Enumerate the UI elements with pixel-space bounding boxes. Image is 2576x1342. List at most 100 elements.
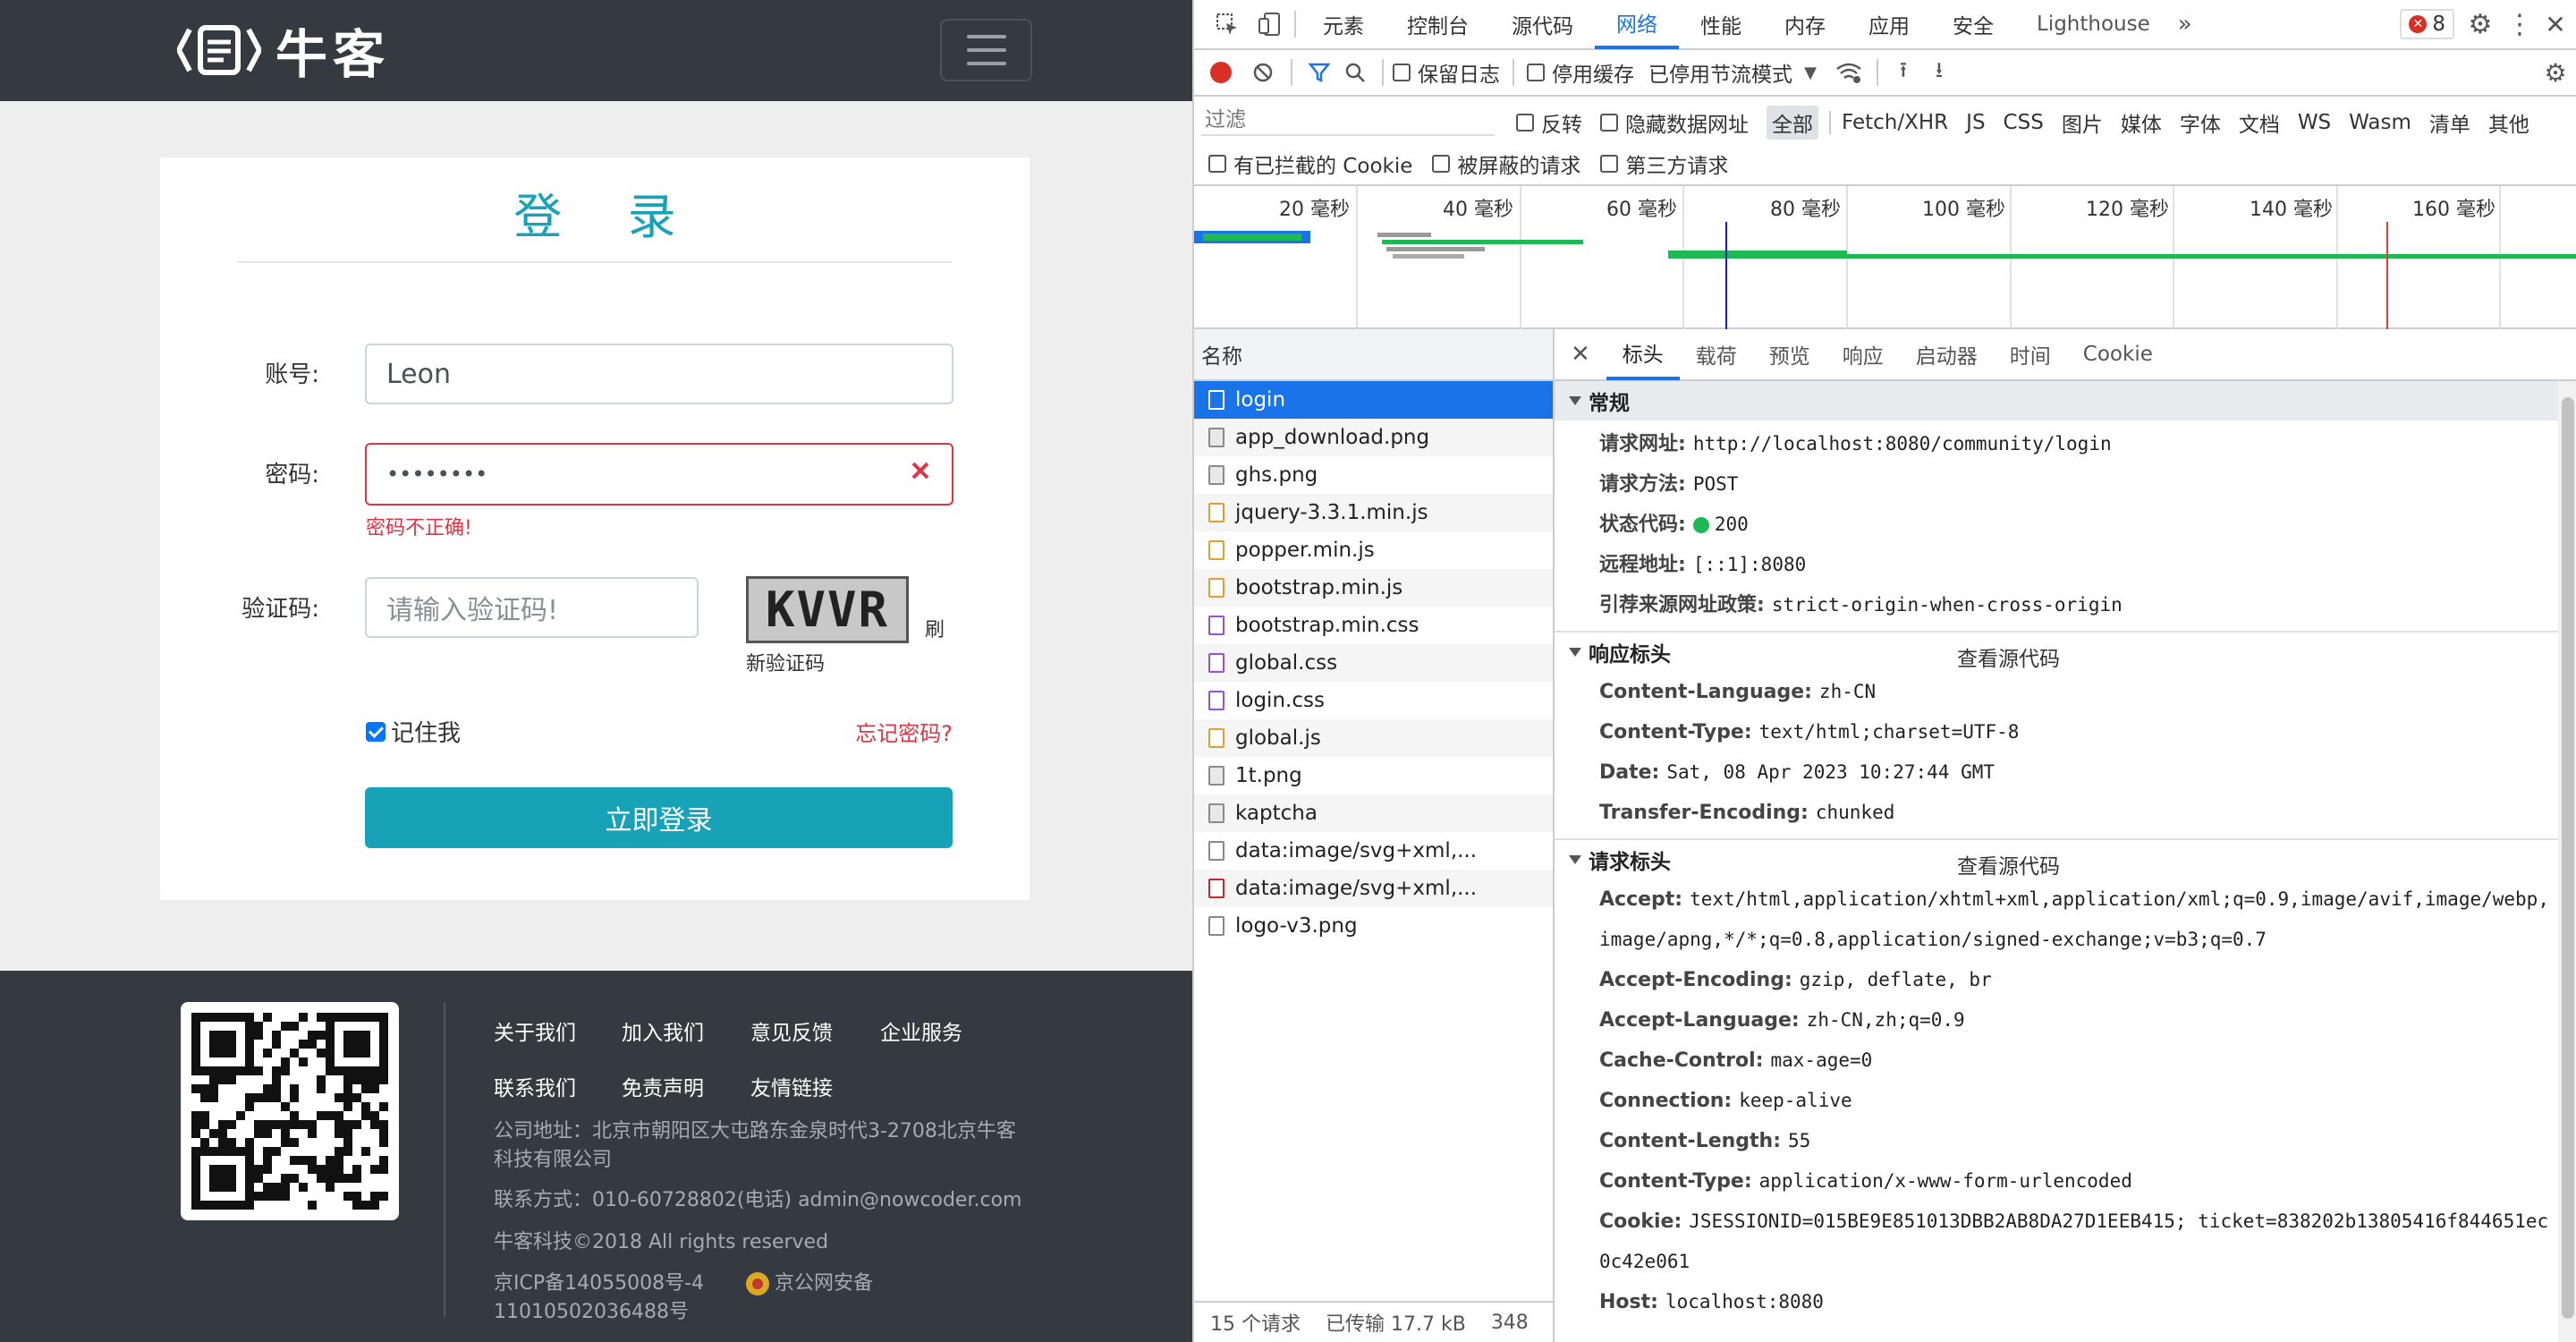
detail-tab-payload[interactable]: 载荷 <box>1680 328 1753 380</box>
request-row[interactable]: login <box>1194 381 1553 419</box>
captcha-image[interactable]: KVVR <box>746 576 909 643</box>
response-view-source-link[interactable]: 查看源代码 <box>1957 641 2060 672</box>
footer-link-about[interactable]: 关于我们 <box>494 1015 576 1046</box>
request-row[interactable]: logo-v3.png <box>1194 907 1553 945</box>
detail-tab-cookies[interactable]: Cookie <box>2067 328 2169 380</box>
tab-application[interactable]: 应用 <box>1847 0 1931 49</box>
request-row[interactable]: ghs.png <box>1194 456 1553 494</box>
throttling-select[interactable]: 已停用节流模式 <box>1648 57 1792 88</box>
password-input[interactable]: •••••••• <box>365 443 953 505</box>
settings-gear-icon[interactable]: ⚙ <box>2454 9 2506 40</box>
request-row[interactable]: kaptcha <box>1194 794 1553 832</box>
tab-sources[interactable]: 源代码 <box>1490 0 1595 49</box>
forgot-password-link[interactable]: 忘记密码? <box>855 716 953 747</box>
type-filter-doc[interactable]: 文档 <box>2239 107 2280 138</box>
request-row[interactable]: data:image/svg+xml,... <box>1194 832 1553 870</box>
tab-network[interactable]: 网络 <box>1595 0 1679 49</box>
type-filter-css[interactable]: CSS <box>2004 111 2044 134</box>
type-filter-ws[interactable]: WS <box>2298 111 2331 134</box>
third-party-box[interactable] <box>1600 155 1619 173</box>
request-row[interactable]: global.css <box>1194 644 1553 682</box>
detail-tab-timing[interactable]: 时间 <box>1994 328 2067 380</box>
detail-tab-headers[interactable]: 标头 <box>1606 328 1680 380</box>
footer-link-feedback[interactable]: 意见反馈 <box>750 1015 833 1046</box>
footer-link-contact[interactable]: 联系我们 <box>494 1071 576 1101</box>
tab-elements[interactable]: 元素 <box>1301 0 1385 49</box>
detail-tab-initiator[interactable]: 启动器 <box>1900 328 1994 380</box>
more-options-icon[interactable]: ⋮ <box>2506 9 2533 40</box>
footer-link-join[interactable]: 加入我们 <box>622 1015 704 1046</box>
preserve-log-box[interactable] <box>1393 64 1411 81</box>
export-har-icon[interactable]: ⭳ <box>1921 55 1957 91</box>
hide-data-urls-box[interactable] <box>1600 114 1618 132</box>
request-headers-header[interactable]: 请求标头 查看源代码 <box>1555 840 2558 879</box>
general-section-header[interactable]: 常规 <box>1555 381 2558 420</box>
error-count-badge[interactable]: ✕ 8 <box>2400 9 2454 39</box>
response-headers-header[interactable]: 响应标头 查看源代码 <box>1555 633 2558 672</box>
blocked-requests-checkbox[interactable]: 被屏蔽的请求 <box>1432 149 1580 179</box>
throttling-dropdown-icon[interactable]: ▼ <box>1792 64 1828 82</box>
request-row[interactable]: bootstrap.min.css <box>1194 607 1553 644</box>
invert-checkbox[interactable]: 反转 <box>1516 107 1582 138</box>
icp-link[interactable]: 京ICP备14055008号-4 <box>494 1272 704 1295</box>
site-logo[interactable]: 牛客 <box>177 20 390 85</box>
refresh-captcha-link[interactable]: 刷 <box>925 614 945 642</box>
type-filter-xhr[interactable]: Fetch/XHR <box>1842 111 1948 134</box>
request-row[interactable]: global.js <box>1194 719 1553 757</box>
clear-icon[interactable] <box>1244 62 1282 83</box>
type-filter-font[interactable]: 字体 <box>2180 107 2221 138</box>
blocked-cookies-checkbox[interactable]: 有已拦截的 Cookie <box>1208 149 1412 179</box>
preserve-log-checkbox[interactable]: 保留日志 <box>1393 57 1500 88</box>
request-row[interactable]: bootstrap.min.js <box>1194 569 1553 607</box>
detail-tab-response[interactable]: 响应 <box>1826 328 1900 380</box>
third-party-checkbox[interactable]: 第三方请求 <box>1600 149 1728 179</box>
invert-box[interactable] <box>1516 114 1534 132</box>
import-har-icon[interactable]: ⭱ <box>1885 55 1921 91</box>
type-filter-manifest[interactable]: 清单 <box>2429 107 2470 138</box>
remember-checkbox[interactable] <box>366 721 386 742</box>
remember-me[interactable]: 记住我 <box>366 715 461 748</box>
navbar-toggle-button[interactable] <box>940 19 1032 81</box>
inspect-element-icon[interactable] <box>1205 13 1250 36</box>
disable-cache-box[interactable] <box>1527 64 1545 81</box>
disable-cache-checkbox[interactable]: 停用缓存 <box>1527 57 1634 88</box>
request-row[interactable]: 1t.png <box>1194 757 1553 794</box>
type-filter-wasm[interactable]: Wasm <box>2349 111 2411 134</box>
network-conditions-icon[interactable] <box>1828 62 1869 83</box>
request-row[interactable]: app_download.png <box>1194 419 1553 456</box>
more-tabs-chevron-icon[interactable]: » <box>2172 11 2199 38</box>
request-row[interactable]: popper.min.js <box>1194 531 1553 569</box>
blocked-requests-box[interactable] <box>1432 155 1451 173</box>
type-filter-js[interactable]: JS <box>1966 111 1985 134</box>
type-filter-all[interactable]: 全部 <box>1767 106 1818 140</box>
footer-link-disclaimer[interactable]: 免责声明 <box>622 1071 704 1101</box>
hide-data-urls-checkbox[interactable]: 隐藏数据网址 <box>1600 107 1749 138</box>
footer-link-enterprise[interactable]: 企业服务 <box>880 1015 962 1046</box>
type-filter-media[interactable]: 媒体 <box>2121 107 2162 138</box>
filter-input[interactable]: 过滤 <box>1201 104 1495 136</box>
network-timeline-overview[interactable]: 20 毫秒 40 毫秒 60 毫秒 80 毫秒 100 毫秒 120 毫秒 14… <box>1194 186 2576 329</box>
device-toolbar-icon[interactable] <box>1250 12 1289 37</box>
detail-scrollbar[interactable] <box>2558 381 2576 1342</box>
blocked-cookies-box[interactable] <box>1208 155 1226 173</box>
search-icon[interactable] <box>1337 62 1373 83</box>
account-input[interactable]: Leon <box>365 344 953 404</box>
new-captcha-link[interactable]: 新验证码 <box>746 648 825 676</box>
type-filter-other[interactable]: 其他 <box>2488 107 2529 138</box>
tab-memory[interactable]: 内存 <box>1763 0 1847 49</box>
type-filter-img[interactable]: 图片 <box>2062 107 2103 138</box>
request-view-source-link[interactable]: 查看源代码 <box>1957 849 2060 879</box>
filter-icon[interactable] <box>1301 62 1337 83</box>
login-button[interactable]: 立即登录 <box>365 787 953 848</box>
record-icon[interactable] <box>1198 62 1244 83</box>
scrollbar-thumb[interactable] <box>2562 397 2574 1319</box>
footer-link-friends[interactable]: 友情链接 <box>750 1071 833 1101</box>
tab-lighthouse[interactable]: Lighthouse <box>2015 0 2172 49</box>
network-settings-gear-icon[interactable]: ⚙ <box>2533 58 2576 88</box>
close-devtools-icon[interactable]: ✕ <box>2533 10 2576 39</box>
detail-tab-preview[interactable]: 预览 <box>1753 328 1826 380</box>
request-row[interactable]: login.css <box>1194 682 1553 719</box>
request-row[interactable]: data:image/svg+xml,... <box>1194 870 1553 907</box>
name-column-header[interactable]: 名称 <box>1194 329 1553 381</box>
close-detail-icon[interactable]: ✕ <box>1555 328 1606 380</box>
